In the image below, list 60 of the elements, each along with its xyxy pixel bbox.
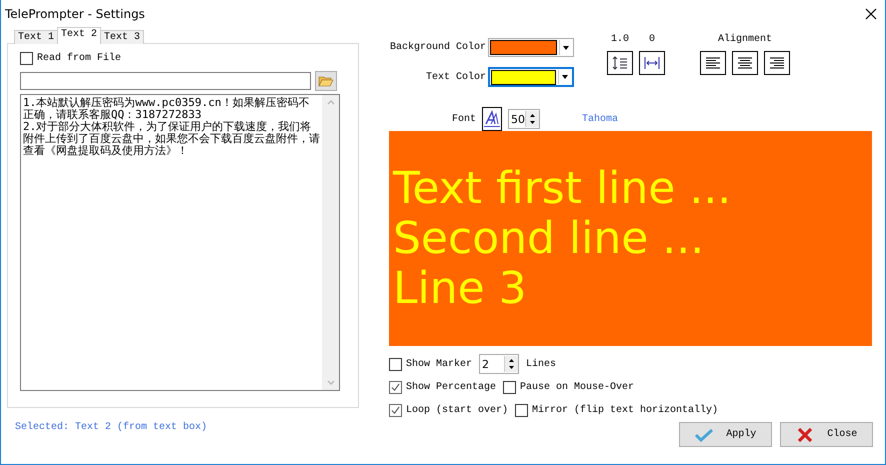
line-spacing-icon (612, 56, 628, 70)
checkbox-label: Loop (start over) (406, 404, 508, 416)
checkbox[interactable] (515, 404, 528, 416)
preview-line: Line 3 (393, 264, 528, 314)
font-name: Tahoma (582, 114, 618, 124)
checkbox-label: Pause on Mouse-Over (520, 382, 634, 392)
tab[interactable]: Text 3 (100, 30, 144, 44)
checkbox-label: Mirror (flip text horizontally) (532, 404, 718, 416)
checkbox-label: Read from File (37, 52, 122, 64)
caret-icon (562, 75, 568, 79)
align-right-button[interactable] (764, 51, 790, 75)
browse-button[interactable] (315, 71, 337, 91)
text-area[interactable]: 1.本站默认解压密码为www.pc0359.cn！如果解压密码不正确，请联系客服QQ：3187272833 2.对于部分大体积软件，为了保证用户的下载速度，我们将附件上传到了百度云盘中，如果您不会下载百度云盘附件，请查看《网盘提取码及使用方法》！ (20, 94, 340, 391)
status-text: Selected: Text 2 (from text box) (15, 422, 208, 433)
font-icon (483, 110, 502, 128)
scroll-up-icon (326, 99, 334, 105)
scroll-down-icon (326, 380, 334, 386)
color-dropdown[interactable] (488, 38, 574, 57)
close-button[interactable]: Close (780, 422, 873, 447)
scrollbar[interactable] (322, 95, 339, 390)
text-paragraph: 2.对于部分大体积软件，为了保证用户的下载速度，我们将附件上传到了百度云盘中，如果您不会下载百度云盘附件，请查看《网盘提取码及使用方法》！ (23, 121, 320, 157)
checkbox[interactable] (389, 404, 402, 416)
font-label: Font (452, 114, 476, 124)
color-dropdown[interactable] (488, 67, 574, 87)
number-spinner[interactable]: 2 (479, 354, 520, 374)
font-button[interactable] (482, 107, 502, 131)
apply-button[interactable]: Apply (679, 422, 772, 447)
checkbox[interactable] (389, 380, 402, 394)
checkbox-label: Show Marker (406, 358, 472, 370)
spacing-value: 0 (648, 34, 655, 45)
number-spinner[interactable]: 50 (508, 109, 540, 129)
align-center-button[interactable] (732, 51, 758, 75)
window-title: TelePrompter - Settings (5, 7, 145, 21)
close-icon (796, 426, 814, 442)
letter-spacing-icon (644, 56, 660, 70)
checkbox-label: Show Percentage (406, 382, 496, 392)
align-left-button[interactable] (700, 51, 726, 75)
spacing-value: 1.0 (610, 34, 629, 45)
align-right-icon (769, 56, 785, 70)
checkbox[interactable] (389, 358, 402, 370)
color-label: Text Color (426, 72, 486, 82)
checkbox[interactable] (20, 52, 33, 64)
align-left-icon (705, 56, 721, 70)
check-icon (694, 426, 713, 442)
preview-line: Text first line ... (393, 164, 732, 214)
align-center-icon (737, 56, 753, 70)
letter-spacing-button[interactable] (639, 51, 665, 75)
tab[interactable]: Text 1 (14, 30, 58, 44)
caret-icon (563, 46, 569, 50)
color-label: Background Color (390, 42, 486, 53)
line-spacing-button[interactable] (607, 51, 633, 75)
checkbox[interactable] (503, 380, 516, 394)
close-icon[interactable] (865, 8, 877, 20)
file-path-field[interactable] (20, 72, 311, 90)
folder-icon (318, 75, 334, 87)
unit-label: Lines (526, 358, 556, 370)
tab[interactable]: Text 2 (57, 27, 102, 44)
text-paragraph: 1.本站默认解压密码为www.pc0359.cn！如果解压密码不正确，请联系客服QQ：3187272833 (23, 97, 310, 121)
alignment-label: Alignment (718, 34, 772, 45)
preview-line: Second line ... (393, 214, 706, 264)
